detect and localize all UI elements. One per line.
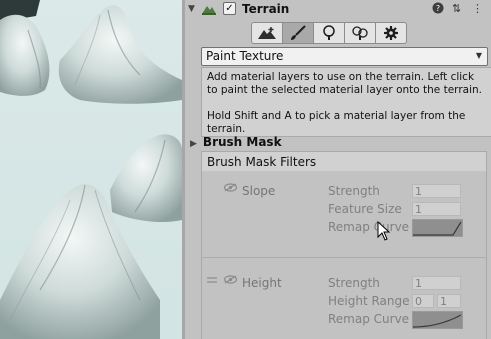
paint-details-tool-button[interactable] — [344, 22, 376, 44]
chevron-down-icon: ▼ — [475, 51, 482, 60]
remap-curve-label: Remap Curve — [328, 312, 410, 326]
terrain-component-icon — [201, 2, 217, 18]
component-title: Terrain — [242, 2, 290, 16]
strength-label: Strength — [328, 184, 380, 198]
brush-mask-foldout[interactable]: ▶ Brush Mask — [190, 135, 282, 149]
paint-details-icon — [352, 26, 368, 40]
strength-label: Strength — [328, 276, 380, 290]
filter-name: Slope — [242, 184, 276, 198]
height-range-max-field[interactable]: 1 — [437, 294, 461, 308]
help-box: Add material layers to use on the terrai… — [201, 67, 491, 137]
filter-name: Height — [242, 276, 282, 290]
drag-handle-icon[interactable] — [207, 275, 217, 286]
feature-size-field[interactable]: 1 — [412, 202, 461, 216]
svg-text:?: ? — [436, 4, 440, 13]
brush-mask-filters-header: Brush Mask Filters — [201, 151, 487, 173]
height-range-min-field[interactable]: 0 — [412, 294, 434, 308]
paint-trees-tool-button[interactable] — [313, 22, 345, 44]
terrain-tool-toolbar — [251, 22, 407, 44]
tool-mode-dropdown[interactable]: Paint Texture ▼ — [201, 47, 488, 66]
settings-gear-icon — [384, 26, 398, 40]
feature-size-label: Feature Size — [328, 202, 402, 216]
filters-title: Brush Mask Filters — [207, 155, 317, 169]
terrain-settings-tool-button[interactable] — [375, 22, 407, 44]
presets-icon[interactable]: ⇅ — [452, 2, 461, 15]
brush-mask-title: Brush Mask — [202, 135, 282, 149]
component-header[interactable]: ▼ ✓ Terrain ? ⇅ ⋮ — [185, 0, 491, 18]
kebab-menu-icon[interactable]: ⋮ — [472, 2, 483, 15]
paint-texture-tool-button[interactable] — [282, 22, 314, 44]
remap-curve-field[interactable] — [412, 311, 463, 329]
terrain-render — [0, 0, 182, 339]
visibility-eye-icon[interactable] — [223, 275, 238, 287]
scene-view[interactable] — [0, 0, 182, 339]
filter-separator — [202, 257, 486, 258]
tool-mode-value: Paint Texture — [206, 49, 284, 63]
strength-field[interactable]: 1 — [412, 276, 461, 290]
help-text-line-1: Add material layers to use on the terrai… — [207, 71, 482, 96]
paint-trees-icon — [323, 25, 335, 40]
help-text-line-2: Hold Shift and A to pick a material laye… — [207, 110, 466, 135]
strength-field[interactable]: 1 — [412, 184, 461, 198]
remap-curve-field[interactable] — [412, 219, 463, 237]
filter-stack: Slope Strength 1 Feature Size 1 Remap Cu… — [201, 171, 487, 339]
enabled-checkbox[interactable]: ✓ — [223, 2, 236, 15]
paint-brush-icon — [291, 25, 306, 40]
visibility-eye-icon[interactable] — [223, 183, 238, 195]
mouse-cursor-icon — [377, 220, 391, 245]
raise-terrain-icon — [258, 27, 276, 39]
help-icon[interactable]: ? — [432, 2, 444, 17]
remap-curve-label: Remap Curve — [328, 220, 410, 234]
inspector-panel: ▼ ✓ Terrain ? ⇅ ⋮ Paint Texture ▼ Add ma… — [185, 0, 491, 339]
raise-terrain-tool-button[interactable] — [251, 22, 283, 44]
collapse-arrow-icon[interactable]: ▼ — [188, 4, 195, 14]
height-range-label: Height Range — [328, 294, 410, 308]
expand-arrow-icon: ▶ — [190, 139, 197, 149]
